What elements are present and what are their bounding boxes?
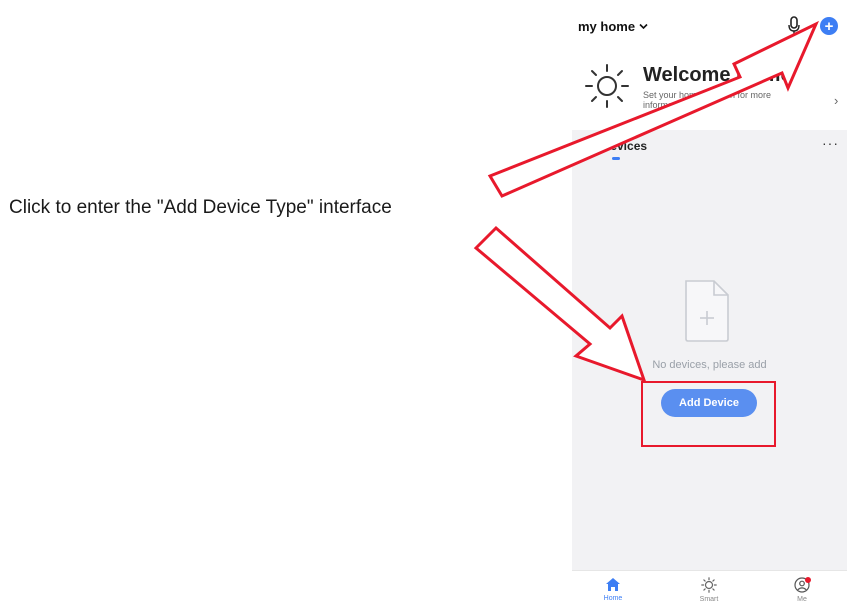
more-options-icon[interactable]: ··· (822, 135, 839, 151)
tab-indicator (612, 157, 620, 160)
phone-screen: my home + Welcome Home Set your home loc… (572, 0, 847, 614)
welcome-title: Welcome Home (643, 64, 792, 86)
nav-label-me: Me (797, 596, 807, 603)
home-name: my home (578, 19, 636, 34)
top-bar: my home + (572, 0, 847, 55)
highlight-box (641, 381, 776, 447)
bottom-nav: Home Smart Me (572, 570, 847, 614)
add-device-plus-button[interactable]: + (820, 17, 838, 35)
chevron-down-icon (639, 23, 648, 30)
sun-icon (585, 64, 629, 108)
nav-item-smart[interactable]: Smart (684, 577, 734, 603)
welcome-subtitle: Set your home location for more informat… (643, 90, 772, 110)
nav-label-home: Home (603, 595, 623, 602)
nav-item-me[interactable]: Me (777, 577, 827, 603)
notification-dot (805, 577, 811, 583)
annotation-text: Click to enter the "Add Device Type" int… (9, 197, 392, 218)
microphone-icon[interactable] (787, 16, 801, 36)
empty-state-text: No devices, please add (652, 359, 767, 371)
tab-all-devices[interactable]: All Devices (583, 139, 647, 153)
home-icon (606, 578, 620, 591)
welcome-card[interactable]: Welcome Home Set your home location for … (572, 55, 847, 130)
plus-circle-icon: + (824, 17, 834, 35)
home-selector[interactable]: my home (578, 19, 648, 34)
sun-icon (701, 577, 717, 593)
chevron-right-icon: › (834, 93, 839, 108)
nav-label-smart: Smart (699, 596, 719, 603)
empty-document-icon (685, 280, 729, 342)
nav-item-home[interactable]: Home (588, 577, 638, 602)
